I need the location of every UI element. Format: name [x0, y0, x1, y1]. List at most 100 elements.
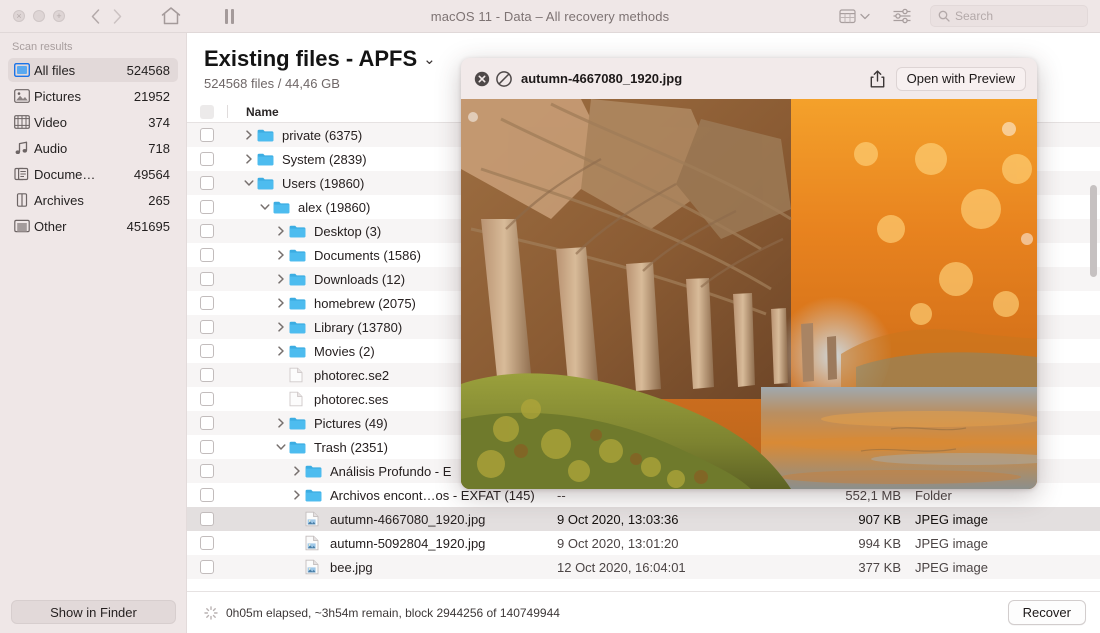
column-header-name[interactable]: Name — [228, 105, 279, 119]
all-files-icon — [14, 63, 34, 77]
pictures-icon — [14, 89, 34, 103]
row-checkbox[interactable] — [187, 248, 227, 262]
table-row[interactable]: autumn-5092804_1920.jpg9 Oct 2020, 13:01… — [187, 531, 1100, 555]
row-checkbox[interactable] — [187, 224, 227, 238]
sidebar-item-label: Other — [34, 219, 127, 234]
sidebar-heading: Scan results — [0, 33, 186, 58]
row-checkbox[interactable] — [187, 440, 227, 454]
row-checkbox[interactable] — [187, 392, 227, 406]
show-in-finder-button[interactable]: Show in Finder — [11, 600, 176, 624]
sidebar-item-video[interactable]: Video 374 — [8, 110, 178, 134]
file-name: autumn-5092804_1920.jpg — [330, 536, 485, 551]
sidebar-item-audio[interactable]: Audio 718 — [8, 136, 178, 160]
chevron-down-icon[interactable] — [273, 442, 289, 452]
sidebar-item-all-files[interactable]: All files 524568 — [8, 58, 178, 82]
folder-icon — [289, 224, 309, 238]
traffic-lights: × + — [0, 10, 65, 22]
view-options-button[interactable] — [839, 8, 870, 24]
cell-type: JPEG image — [909, 536, 1100, 551]
file-name: Documents (1586) — [314, 248, 421, 263]
vertical-scrollbar[interactable] — [1090, 129, 1097, 605]
cell-date: -- — [557, 488, 789, 503]
row-checkbox[interactable] — [187, 368, 227, 382]
row-checkbox[interactable] — [187, 488, 227, 502]
chevron-right-icon[interactable] — [273, 250, 289, 260]
open-with-preview-button[interactable]: Open with Preview — [896, 67, 1026, 91]
documents-icon — [14, 167, 34, 181]
chevron-right-icon[interactable] — [273, 346, 289, 356]
file-name: Trash (2351) — [314, 440, 388, 455]
chevron-right-icon[interactable] — [273, 274, 289, 284]
chevron-down-icon[interactable] — [241, 178, 257, 188]
folder-icon — [273, 200, 293, 214]
sidebar-item-label: All files — [34, 63, 127, 78]
chevron-right-icon[interactable] — [241, 154, 257, 164]
sidebar-item-documents[interactable]: Docume… 49564 — [8, 162, 178, 186]
recover-button[interactable]: Recover — [1008, 600, 1086, 625]
select-all-checkbox[interactable] — [187, 105, 227, 119]
back-arrow-icon[interactable] — [91, 9, 100, 24]
title-bar: × + macOS 11 - Data – All recovery metho… — [0, 0, 1100, 33]
row-checkbox[interactable] — [187, 320, 227, 334]
video-icon — [14, 115, 34, 129]
chevron-right-icon[interactable] — [273, 322, 289, 332]
sidebar-item-archives[interactable]: Archives 265 — [8, 188, 178, 212]
row-checkbox[interactable] — [187, 200, 227, 214]
cell-type: Folder — [909, 488, 1100, 503]
status-bar: 0h05m elapsed, ~3h54m remain, block 2944… — [187, 591, 1100, 633]
archives-icon — [14, 193, 34, 207]
home-icon[interactable] — [160, 6, 182, 26]
sidebar-item-count: 265 — [148, 193, 170, 208]
chevron-right-icon[interactable] — [273, 298, 289, 308]
share-icon[interactable] — [870, 70, 885, 88]
row-checkbox[interactable] — [187, 152, 227, 166]
file-name: alex (19860) — [298, 200, 370, 215]
filter-sliders-icon[interactable] — [892, 8, 912, 24]
row-checkbox[interactable] — [187, 272, 227, 286]
close-window-button[interactable]: × — [13, 10, 25, 22]
row-checkbox[interactable] — [187, 128, 227, 142]
row-checkbox[interactable] — [187, 464, 227, 478]
folder-icon — [289, 440, 309, 454]
preview-filename: autumn-4667080_1920.jpg — [521, 71, 682, 86]
chevron-right-icon[interactable] — [273, 226, 289, 236]
file-name: System (2839) — [282, 152, 367, 167]
no-entry-icon[interactable] — [496, 71, 512, 87]
table-row[interactable]: autumn-4667080_1920.jpg9 Oct 2020, 13:03… — [187, 507, 1100, 531]
cell-size: 994 KB — [789, 536, 909, 551]
chevron-right-icon[interactable] — [289, 490, 305, 500]
chevron-down-icon[interactable] — [257, 202, 273, 212]
chevron-down-icon[interactable]: ⌄ — [423, 50, 436, 68]
sidebar-list: All files 524568 Pictures 21952 — [0, 58, 186, 238]
folder-icon — [289, 272, 309, 286]
row-checkbox[interactable] — [187, 536, 227, 550]
sidebar: Scan results All files 524568 — [0, 33, 187, 633]
sidebar-item-other[interactable]: Other 451695 — [8, 214, 178, 238]
sidebar-item-pictures[interactable]: Pictures 21952 — [8, 84, 178, 108]
row-checkbox[interactable] — [187, 296, 227, 310]
chevron-right-icon[interactable] — [241, 130, 257, 140]
folder-icon — [257, 128, 277, 142]
row-checkbox[interactable] — [187, 176, 227, 190]
chevron-right-icon[interactable] — [289, 466, 305, 476]
table-row[interactable]: bee.jpg12 Oct 2020, 16:04:01377 KBJPEG i… — [187, 555, 1100, 579]
row-checkbox[interactable] — [187, 512, 227, 526]
file-name: private (6375) — [282, 128, 362, 143]
chevron-right-icon[interactable] — [273, 418, 289, 428]
close-circle-icon[interactable] — [474, 71, 490, 87]
zoom-window-button[interactable]: + — [53, 10, 65, 22]
folder-icon — [289, 248, 309, 262]
file-name: Movies (2) — [314, 344, 375, 359]
scrollbar-thumb[interactable] — [1090, 185, 1097, 277]
forward-arrow-icon[interactable] — [113, 9, 122, 24]
cell-size: 552,1 MB — [789, 488, 909, 503]
cell-name: Archivos encont…os - EXFAT (145) — [227, 488, 557, 503]
sidebar-item-label: Video — [34, 115, 148, 130]
folder-icon — [257, 176, 277, 190]
pause-icon[interactable] — [225, 9, 234, 24]
minimize-window-button[interactable] — [33, 10, 45, 22]
search-input[interactable]: Search — [930, 5, 1088, 27]
row-checkbox[interactable] — [187, 560, 227, 574]
row-checkbox[interactable] — [187, 344, 227, 358]
row-checkbox[interactable] — [187, 416, 227, 430]
